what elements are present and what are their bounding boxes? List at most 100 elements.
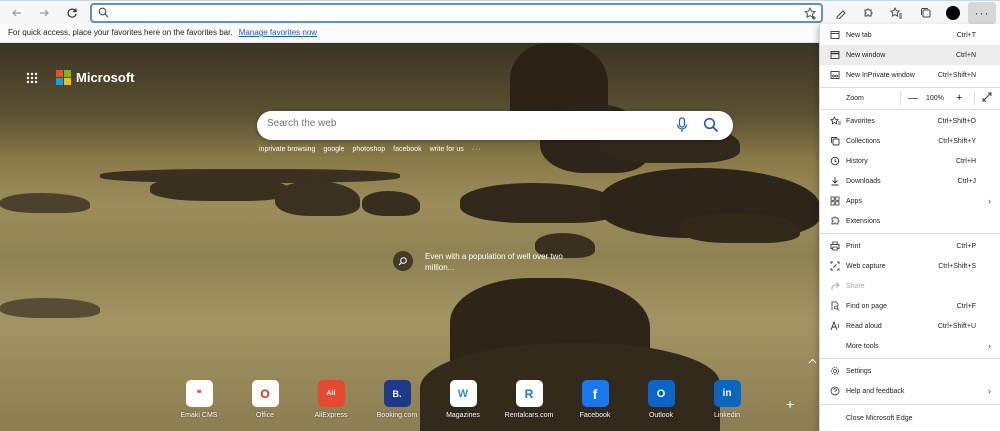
menu-item-shortcut: Ctrl+Shift+N [937,71,976,79]
trending-search-link[interactable]: photoshop [352,146,385,153]
extensions-toolbar-icon[interactable] [859,4,877,22]
trending-search-link[interactable]: facebook [393,146,421,153]
forward-icon[interactable] [35,4,53,22]
add-shortcut-icon[interactable]: + [786,396,794,412]
menu-item-history[interactable]: History Ctrl+H [820,151,1000,171]
collections-toolbar-icon[interactable] [917,4,935,22]
quick-link-tile[interactable]: ❝ Emaki CMS [166,380,232,419]
chevron-up-icon[interactable] [808,356,817,366]
fullscreen-icon[interactable] [982,92,992,104]
quick-link-label: Office [255,412,275,419]
menu-item-label: New tab [846,31,872,39]
new-window-icon [829,50,841,60]
menu-item-share[interactable]: Share [820,276,1000,296]
menu-item-print[interactable]: Print Ctrl+P [820,236,1000,256]
menu-item-label: Read aloud [846,322,882,330]
search-submit-icon[interactable] [703,117,719,135]
quick-link-label: Facebook [579,412,611,419]
trending-search-link[interactable]: inprivate browsing [259,146,315,153]
image-caption[interactable]: Even with a population of well over two … [393,251,585,273]
back-icon[interactable] [8,4,26,22]
menu-item-label: Extensions [846,217,881,225]
aliexpress-icon: Ali [317,380,345,407]
menu-item-shortcut: Ctrl+P [956,242,976,250]
favorites-toolbar-icon[interactable] [887,4,905,22]
menu-item-new-inprivate-window[interactable]: New InPrivate window Ctrl+Shift+N [820,65,1000,85]
menu-item-more-tools[interactable]: More tools › [820,336,1000,356]
menu-item-help-and-feedback[interactable]: Help and feedback › [820,381,1000,401]
quick-link-tile[interactable]: W Magazines [430,380,496,419]
extensions-icon [829,216,841,226]
zoom-divider [900,91,901,105]
share-icon [829,281,841,291]
background-rock [0,298,100,318]
search-icon [98,7,109,20]
apps-launcher-icon[interactable] [26,72,38,87]
chevron-right-icon: › [988,341,991,351]
menu-item-label: Apps [846,197,862,205]
read-aloud-icon [829,321,841,331]
favorites-icon [829,116,841,126]
menu-item-new-tab[interactable]: New tab Ctrl+T [820,25,1000,45]
read-view-icon[interactable] [832,4,850,22]
more-trending-button[interactable]: ··· [472,146,482,153]
zoom-in-button[interactable]: + [956,92,962,104]
menu-item-label: Close Microsoft Edge [846,414,913,422]
quick-link-tile[interactable]: f Facebook [562,380,628,419]
downloads-icon [829,176,841,186]
menu-item-read-aloud[interactable]: Read aloud Ctrl+Shift+U [820,316,1000,336]
profile-avatar[interactable] [946,6,960,20]
web-search-input[interactable] [267,118,647,129]
menu-item-downloads[interactable]: Downloads Ctrl+J [820,171,1000,191]
microsoft-logo[interactable]: Microsoft [56,70,135,85]
quick-link-label: Outlook [648,412,674,419]
manage-favorites-link[interactable]: Manage favorites now [239,28,317,37]
zoom-divider [974,91,975,105]
background-rock [150,176,290,201]
history-icon [829,156,841,166]
quick-link-tile[interactable]: B. Booking.com [364,380,430,419]
help-icon [829,386,841,396]
browser-toolbar: ··· [0,0,1000,24]
menu-item-new-window[interactable]: New window Ctrl+N [820,45,1000,65]
refresh-icon[interactable] [63,4,81,22]
background-rock [275,181,360,216]
quick-link-tile[interactable]: Ali AliExpress [298,380,364,419]
menu-item-collections[interactable]: Collections Ctrl+Shift+Y [820,131,1000,151]
trending-search-link[interactable]: google [323,146,344,153]
background-rock [460,183,620,223]
menu-item-shortcut: Ctrl+Shift+S [938,262,976,270]
image-info-icon[interactable] [393,251,413,271]
menu-item-label: More tools [846,342,879,350]
address-bar[interactable] [90,3,823,23]
menu-item-shortcut: Ctrl+Shift+U [937,322,976,330]
microphone-icon[interactable] [675,117,689,135]
menu-item-apps[interactable]: Apps › [820,191,1000,211]
menu-item-close-microsoft-edge[interactable]: Close Microsoft Edge [820,408,1000,428]
menu-item-settings[interactable]: Settings [820,361,1000,381]
menu-divider [820,109,1000,110]
menu-item-label: Find on page [846,302,887,310]
menu-item-find-on-page[interactable]: Find on page Ctrl+F [820,296,1000,316]
menu-item-shortcut: Ctrl+H [955,157,976,165]
web-search-box[interactable] [257,111,733,140]
chevron-right-icon: › [988,196,991,206]
menu-item-shortcut: Ctrl+F [956,302,976,310]
chevron-right-icon: › [988,386,991,396]
menu-item-shortcut: Ctrl+Shift+O [937,117,976,125]
quick-link-tile[interactable]: in Linkedin [694,380,760,419]
zoom-out-button[interactable]: — [908,93,918,104]
quick-link-tile[interactable]: R Rentalcars.com [496,380,562,419]
menu-item-label: New InPrivate window [846,71,915,79]
menu-item-favorites[interactable]: Favorites Ctrl+Shift+O [820,111,1000,131]
add-favorite-icon[interactable] [804,6,817,22]
quick-link-tile[interactable]: O Office [232,380,298,419]
favorites-bar-message: For quick access, place your favorites h… [8,28,233,37]
menu-item-extensions[interactable]: Extensions [820,211,1000,231]
emaki-icon: ❝ [185,380,213,407]
menu-item-web-capture[interactable]: Web capture Ctrl+Shift+S [820,256,1000,276]
quick-link-tile[interactable]: O Outlook [628,380,694,419]
settings-and-more-button[interactable]: ··· [968,2,996,24]
menu-item-label: Zoom [846,94,864,102]
trending-search-link[interactable]: write for us [430,146,464,153]
